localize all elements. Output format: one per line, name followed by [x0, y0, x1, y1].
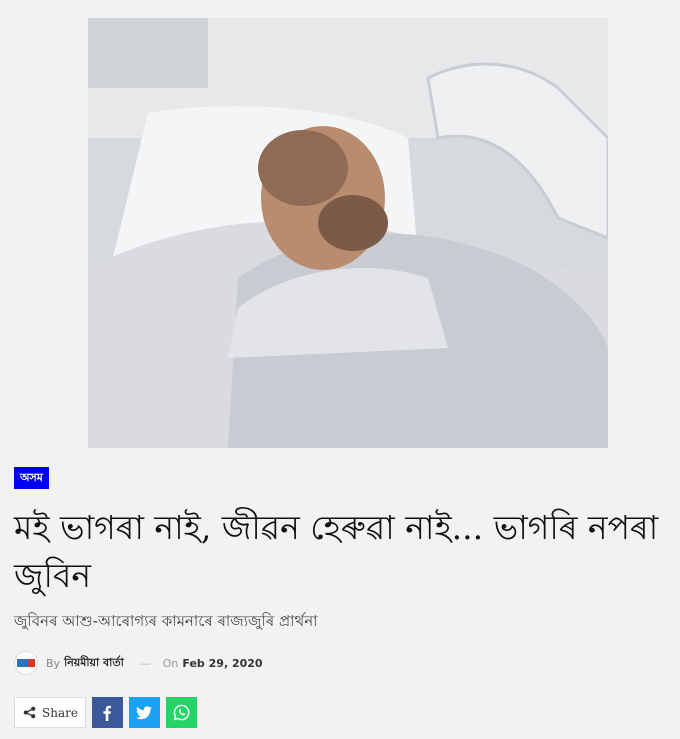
category-badge[interactable]: অসম — [14, 467, 49, 489]
article-meta: By নিয়মীয়া বাৰ্তা — On Feb 29, 2020 — [14, 651, 263, 675]
share-bar: Share — [14, 697, 197, 728]
share-icon — [23, 706, 36, 719]
article-subtitle: জুবিনৰ আশু-আৰোগ্যৰ কামনাৰে ৰাজ্যজুৰি প্ৰ… — [14, 612, 318, 630]
whatsapp-icon — [173, 704, 190, 721]
publish-date: Feb 29, 2020 — [182, 656, 263, 670]
article-title: মই ভাগৰা নাই, জীৱন হেৰুৱা নাই... ভাগৰি ন… — [14, 508, 659, 595]
twitter-icon — [136, 705, 153, 719]
meta-separator: — — [139, 656, 151, 670]
whatsapp-share-button[interactable] — [165, 697, 197, 728]
facebook-icon — [103, 705, 112, 721]
share-label: Share — [42, 705, 78, 720]
by-label: By — [46, 656, 61, 670]
facebook-share-button[interactable] — [91, 697, 123, 728]
twitter-share-button[interactable] — [128, 697, 160, 728]
share-button[interactable]: Share — [14, 697, 86, 728]
featured-image — [88, 18, 608, 448]
on-label: On — [162, 656, 179, 670]
author-link[interactable]: নিয়মীয়া বাৰ্তা — [64, 654, 124, 673]
publisher-logo-icon — [17, 659, 35, 667]
author-avatar[interactable] — [14, 651, 38, 675]
